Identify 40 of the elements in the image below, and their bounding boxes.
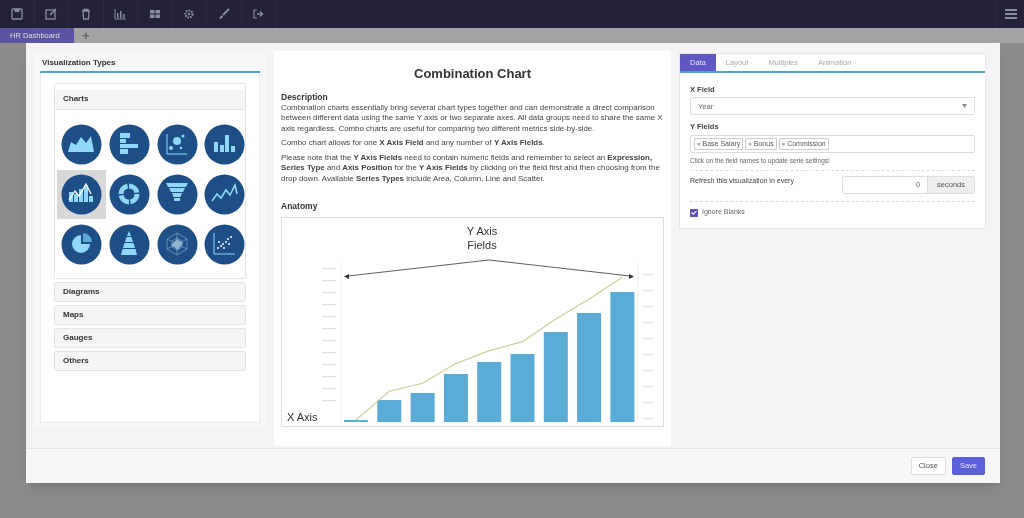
funnel-chart-icon [156,173,198,215]
logout-icon [252,8,265,20]
accordion-header[interactable]: Charts [55,89,245,110]
brush-icon [217,8,230,20]
bar [344,419,368,422]
bar [510,353,535,422]
bubble-chart-icon [156,123,198,165]
settings-icon [183,8,196,20]
caret-icon [962,104,967,109]
section-heading: Anatomy [281,200,319,213]
line-chart-icon [204,173,246,215]
area-chart-icon [61,123,102,165]
trash-icon [79,8,92,20]
save-icon [10,8,23,20]
chart-type-button[interactable] [57,169,106,219]
accordion-header[interactable]: Others [54,350,246,371]
combination-chart-icon [61,173,102,215]
axis-label: Y Axis Fields [465,223,499,252]
axis-label: X Axis [287,409,318,425]
bar-chart-icon [114,8,127,20]
grid-icon [148,8,161,20]
bar [477,361,502,422]
radar-chart-icon [156,223,198,265]
pyramid-chart-icon [108,223,150,265]
check-icon [691,210,697,215]
pie-chart-icon [61,223,102,265]
donut-chart-icon [108,173,150,215]
accordion-header[interactable]: Maps [54,304,246,325]
bar [443,373,468,422]
edit-icon [45,8,58,20]
menu-icon [1004,9,1017,19]
column-chart-icon [204,123,246,165]
bar [410,392,435,422]
bar [377,399,402,422]
bar-chart-icon [108,123,150,165]
section-heading: Description [281,91,329,103]
accordion-header[interactable]: Gauges [54,327,246,348]
accordion-header[interactable]: Diagrams [54,281,246,302]
dialog-title: Combination Chart [413,65,532,83]
ignore-blanks-checkbox[interactable] [690,208,698,217]
